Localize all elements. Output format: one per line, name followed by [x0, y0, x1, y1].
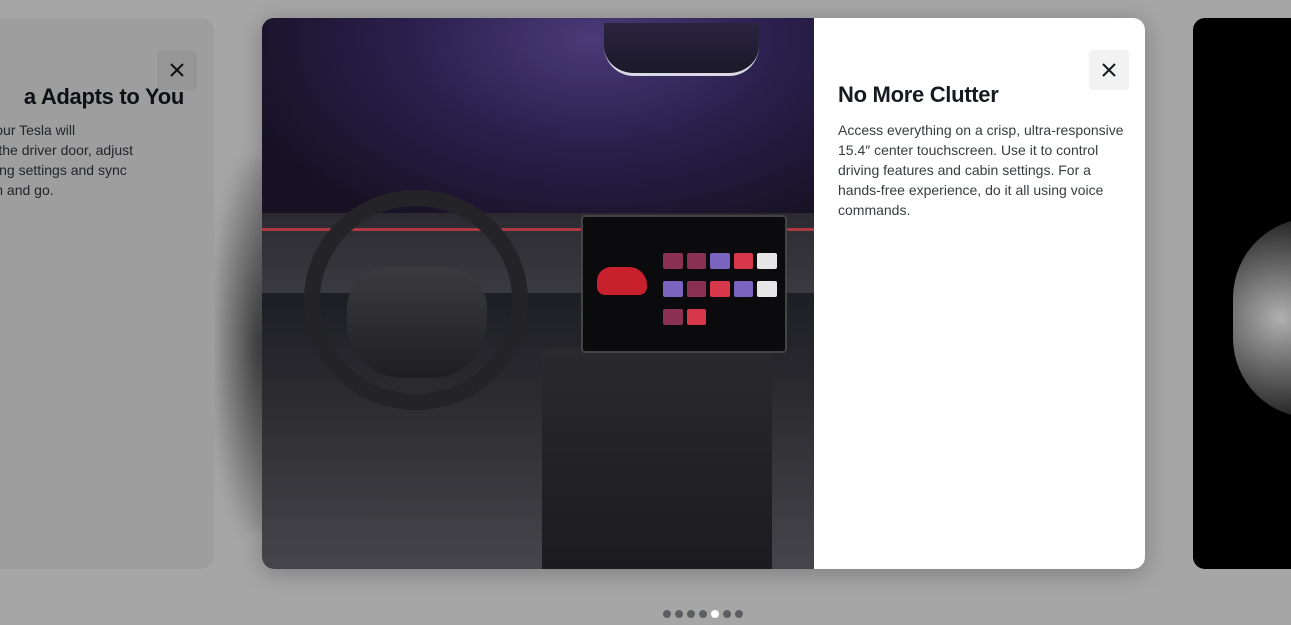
active-feature-card: No More Clutter Access everything on a c… — [262, 18, 1145, 569]
center-touchscreen-image — [581, 215, 787, 353]
pagination-dot[interactable] — [723, 610, 731, 618]
next-feature-photo — [1233, 218, 1291, 418]
prev-card-body: k up, your Tesla willunlock the driver d… — [0, 122, 133, 198]
pagination-dot[interactable] — [663, 610, 671, 618]
prev-feature-card[interactable]: a Adapts to You k up, your Tesla willunl… — [0, 18, 214, 569]
prev-card-close-button[interactable] — [157, 50, 197, 90]
feature-title: No More Clutter — [838, 82, 999, 107]
pagination-dot[interactable] — [711, 610, 719, 618]
prev-card-title: a Adapts to You — [23, 84, 184, 109]
close-button[interactable] — [1089, 50, 1129, 90]
carousel-pagination — [663, 610, 743, 618]
steering-wheel-image — [304, 190, 528, 410]
pagination-dot[interactable] — [687, 610, 695, 618]
pagination-dot[interactable] — [675, 610, 683, 618]
next-feature-card[interactable] — [1193, 18, 1291, 569]
pagination-dot[interactable] — [699, 610, 707, 618]
close-icon — [170, 63, 184, 77]
interior-cockpit-photo — [262, 18, 814, 569]
pagination-dot[interactable] — [735, 610, 743, 618]
feature-description: Access everything on a crisp, ultra-resp… — [838, 122, 1124, 218]
close-icon — [1102, 63, 1116, 77]
